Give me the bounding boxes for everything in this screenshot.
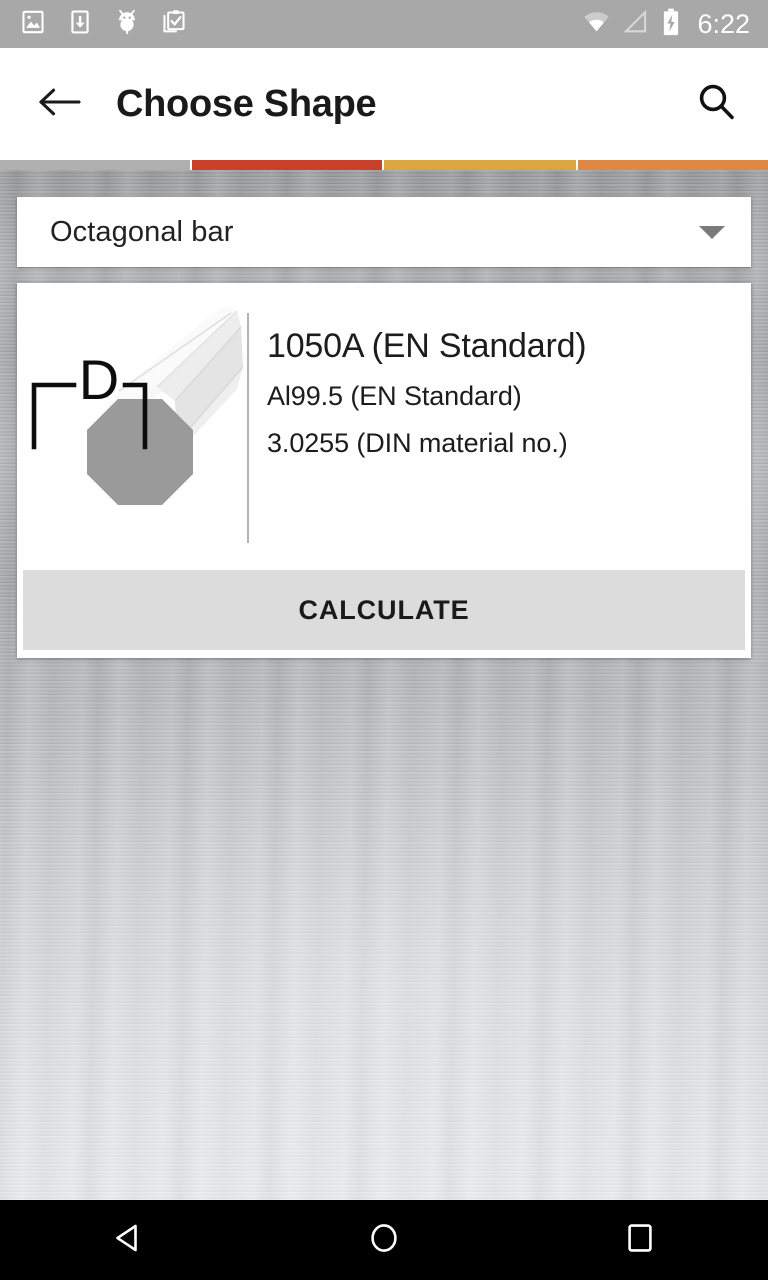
status-bar-left-icons (20, 9, 187, 40)
material-din-number: 3.0255 (DIN material no.) (267, 428, 568, 458)
nav-home-button[interactable] (256, 1200, 512, 1280)
category-color-stripe (0, 160, 768, 170)
calculate-button[interactable]: CALCULATE (23, 570, 745, 650)
stripe-segment-gray (0, 160, 190, 170)
material-info-block: 1050A (EN Standard) Al99.5 (EN Standard)… (249, 283, 587, 458)
app-screen: 6:22 Choose Shape Octagonal bar D 1050A … (0, 0, 768, 1280)
material-card: D 1050A (EN Standard) Al99.5 (EN Standar… (17, 283, 751, 658)
search-button[interactable] (688, 76, 744, 132)
square-icon (619, 1217, 661, 1264)
stripe-segment-orange (578, 160, 768, 170)
shape-spinner-value: Octagonal bar (50, 215, 234, 248)
shape-spinner[interactable]: Octagonal bar (17, 197, 751, 267)
calculate-button-label: CALCULATE (298, 594, 470, 625)
material-title: 1050A (EN Standard) (267, 327, 587, 365)
material-designation: Al99.5 (EN Standard) (267, 381, 522, 411)
status-bar-right-icons: 6:22 (582, 8, 750, 41)
cellular-signal-icon (623, 9, 649, 40)
nav-recents-button[interactable] (512, 1200, 768, 1280)
material-card-body: D 1050A (EN Standard) Al99.5 (EN Standar… (17, 283, 751, 568)
circle-icon (363, 1217, 405, 1264)
android-debug-icon (114, 9, 140, 40)
chevron-down-icon (699, 225, 725, 239)
clipboard-check-icon (161, 9, 187, 40)
wifi-icon (582, 9, 611, 40)
page-title: Choose Shape (116, 82, 377, 125)
android-navigation-bar (0, 1200, 768, 1280)
stripe-segment-red (192, 160, 382, 170)
octagon-face (87, 399, 193, 505)
image-icon (20, 9, 46, 40)
battery-charging-icon (661, 8, 681, 41)
svg-text:D: D (79, 348, 119, 411)
triangle-left-icon (107, 1217, 149, 1264)
back-button[interactable] (34, 78, 86, 130)
app-toolbar: Choose Shape (0, 48, 768, 160)
status-bar-clock: 6:22 (697, 8, 750, 39)
arrow-left-icon (38, 85, 82, 124)
stripe-segment-yellow (384, 160, 576, 170)
octagonal-bar-diagram: D (17, 283, 247, 568)
nav-back-button[interactable] (0, 1200, 256, 1280)
download-icon (67, 9, 93, 40)
search-icon (694, 80, 738, 129)
status-bar: 6:22 (0, 0, 768, 48)
